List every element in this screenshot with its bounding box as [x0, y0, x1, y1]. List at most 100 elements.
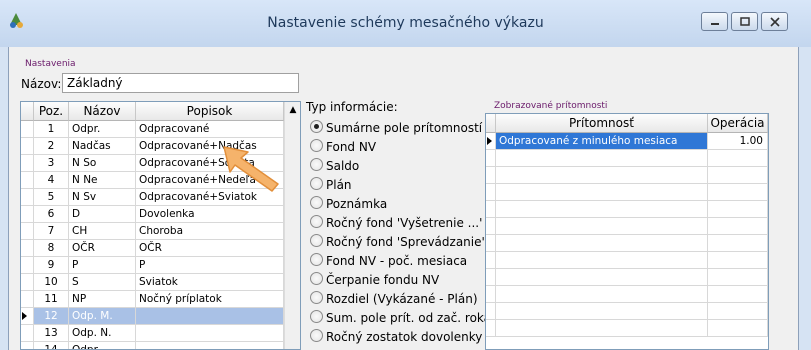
table-row[interactable]: 11 NP Nočný príplatok	[21, 291, 300, 308]
cell-nazov[interactable]: NP	[69, 291, 136, 307]
cell-operacia[interactable]	[708, 235, 768, 251]
cell-poz[interactable]: 14	[34, 342, 69, 349]
items-table-scrollbar[interactable]: ▲	[284, 102, 300, 349]
row-header[interactable]	[486, 201, 496, 217]
title-bar[interactable]: Nastavenie schémy mesačného výkazu	[0, 0, 811, 47]
cell-operacia[interactable]	[708, 218, 768, 234]
cell-pritomnost[interactable]	[496, 303, 708, 319]
cell-poz[interactable]: 10	[34, 274, 69, 290]
radio-option[interactable]: Saldo	[310, 157, 359, 175]
cell-nazov[interactable]: S	[69, 274, 136, 290]
cell-nazov[interactable]: OČR	[69, 240, 136, 256]
row-header[interactable]	[486, 320, 496, 336]
row-header[interactable]	[21, 291, 34, 307]
name-input[interactable]: Základný	[62, 73, 299, 93]
row-header[interactable]	[486, 286, 496, 302]
table-row[interactable]	[486, 269, 768, 286]
radio-option[interactable]: Rozdiel (Vykázané - Plán)	[310, 290, 478, 308]
table-row[interactable]: Odpracované z minulého mesiaca 1.00	[486, 133, 768, 150]
cell-popisok[interactable]: Choroba	[136, 223, 284, 239]
row-header[interactable]	[486, 269, 496, 285]
radio-option[interactable]: Poznámka	[310, 195, 387, 213]
row-header[interactable]	[21, 155, 34, 171]
cell-operacia[interactable]	[708, 320, 768, 336]
cell-pritomnost[interactable]	[496, 269, 708, 285]
cell-poz[interactable]: 1	[34, 121, 69, 137]
radio-button[interactable]	[310, 196, 323, 209]
table-row[interactable]: 9PP	[21, 257, 300, 274]
cell-poz[interactable]: 8	[34, 240, 69, 256]
radio-button[interactable]	[310, 120, 323, 133]
table-row[interactable]	[486, 201, 768, 218]
cell-nazov[interactable]: CH	[69, 223, 136, 239]
row-header[interactable]	[21, 172, 34, 188]
table-row[interactable]	[486, 320, 768, 337]
cell-nazov[interactable]: N So	[69, 155, 136, 171]
cell-operacia[interactable]	[708, 269, 768, 285]
column-header-operacia[interactable]: Operácia	[708, 114, 768, 133]
cell-nazov[interactable]: Odp. M.	[69, 308, 136, 324]
radio-option[interactable]: Sumárne pole prítomností	[310, 119, 482, 137]
cell-operacia[interactable]: 1.00	[708, 133, 768, 149]
radio-option[interactable]: Ročný fond 'Vyšetrenie ...'	[310, 214, 482, 232]
radio-option[interactable]: Čerpanie fondu NV	[310, 271, 439, 289]
table-row[interactable]: 7 CH Choroba	[21, 223, 300, 240]
cell-nazov[interactable]: Nadčas	[69, 138, 136, 154]
radio-button[interactable]	[310, 310, 323, 323]
close-button[interactable]	[761, 12, 788, 31]
row-header[interactable]	[486, 303, 496, 319]
table-row[interactable]	[486, 167, 768, 184]
cell-popisok[interactable]	[136, 342, 284, 349]
radio-button[interactable]	[310, 215, 323, 228]
cell-popisok[interactable]: Sviatok	[136, 274, 284, 290]
row-header[interactable]	[486, 133, 496, 149]
table-row[interactable]: 14 Odpr.	[21, 342, 300, 349]
cell-popisok[interactable]	[136, 308, 284, 324]
row-header[interactable]	[21, 121, 34, 137]
cell-popisok[interactable]: Nočný príplatok	[136, 291, 284, 307]
row-header[interactable]	[486, 167, 496, 183]
cell-pritomnost[interactable]	[496, 235, 708, 251]
table-row[interactable]: 13 Odp. N.	[21, 325, 300, 342]
table-row[interactable]: 6 D Dovolenka	[21, 206, 300, 223]
radio-button[interactable]	[310, 291, 323, 304]
cell-pritomnost[interactable]	[496, 150, 708, 166]
column-header-nazov[interactable]: Názov	[69, 102, 136, 121]
cell-nazov[interactable]: Odpr.	[69, 342, 136, 349]
table-row[interactable]	[486, 286, 768, 303]
cell-poz[interactable]: 2	[34, 138, 69, 154]
cell-popisok[interactable]: Dovolenka	[136, 206, 284, 222]
radio-button[interactable]	[310, 158, 323, 171]
radio-option[interactable]: Fond NV - poč. mesiaca	[310, 252, 467, 270]
row-header[interactable]	[21, 189, 34, 205]
table-row[interactable]	[486, 235, 768, 252]
row-header[interactable]	[21, 325, 34, 341]
radio-button[interactable]	[310, 139, 323, 152]
cell-poz[interactable]: 3	[34, 155, 69, 171]
radio-button[interactable]	[310, 253, 323, 266]
cell-nazov[interactable]: Odp. N.	[69, 325, 136, 341]
table-row[interactable]	[486, 184, 768, 201]
scroll-up-icon[interactable]: ▲	[285, 102, 300, 119]
cell-operacia[interactable]	[708, 286, 768, 302]
cell-poz[interactable]: 5	[34, 189, 69, 205]
cell-operacia[interactable]	[708, 150, 768, 166]
cell-poz[interactable]: 6	[34, 206, 69, 222]
column-header-popisok[interactable]: Popisok	[136, 102, 284, 121]
cell-popisok[interactable]: Odpracované	[136, 121, 284, 137]
cell-nazov[interactable]: P	[69, 257, 136, 273]
row-header[interactable]	[21, 342, 34, 349]
cell-operacia[interactable]	[708, 201, 768, 217]
cell-popisok[interactable]	[136, 325, 284, 341]
row-header[interactable]	[21, 223, 34, 239]
radio-option[interactable]: Sum. pole prít. od zač. roka	[310, 309, 491, 327]
cell-pritomnost[interactable]	[496, 201, 708, 217]
cell-nazov[interactable]: N Sv	[69, 189, 136, 205]
cell-operacia[interactable]	[708, 303, 768, 319]
cell-nazov[interactable]: N Ne	[69, 172, 136, 188]
row-header[interactable]	[486, 150, 496, 166]
cell-poz[interactable]: 11	[34, 291, 69, 307]
cell-popisok[interactable]: OČR	[136, 240, 284, 256]
cell-pritomnost[interactable]: Odpracované z minulého mesiaca	[496, 133, 708, 149]
table-row[interactable]: 12 Odp. M.	[21, 308, 300, 325]
